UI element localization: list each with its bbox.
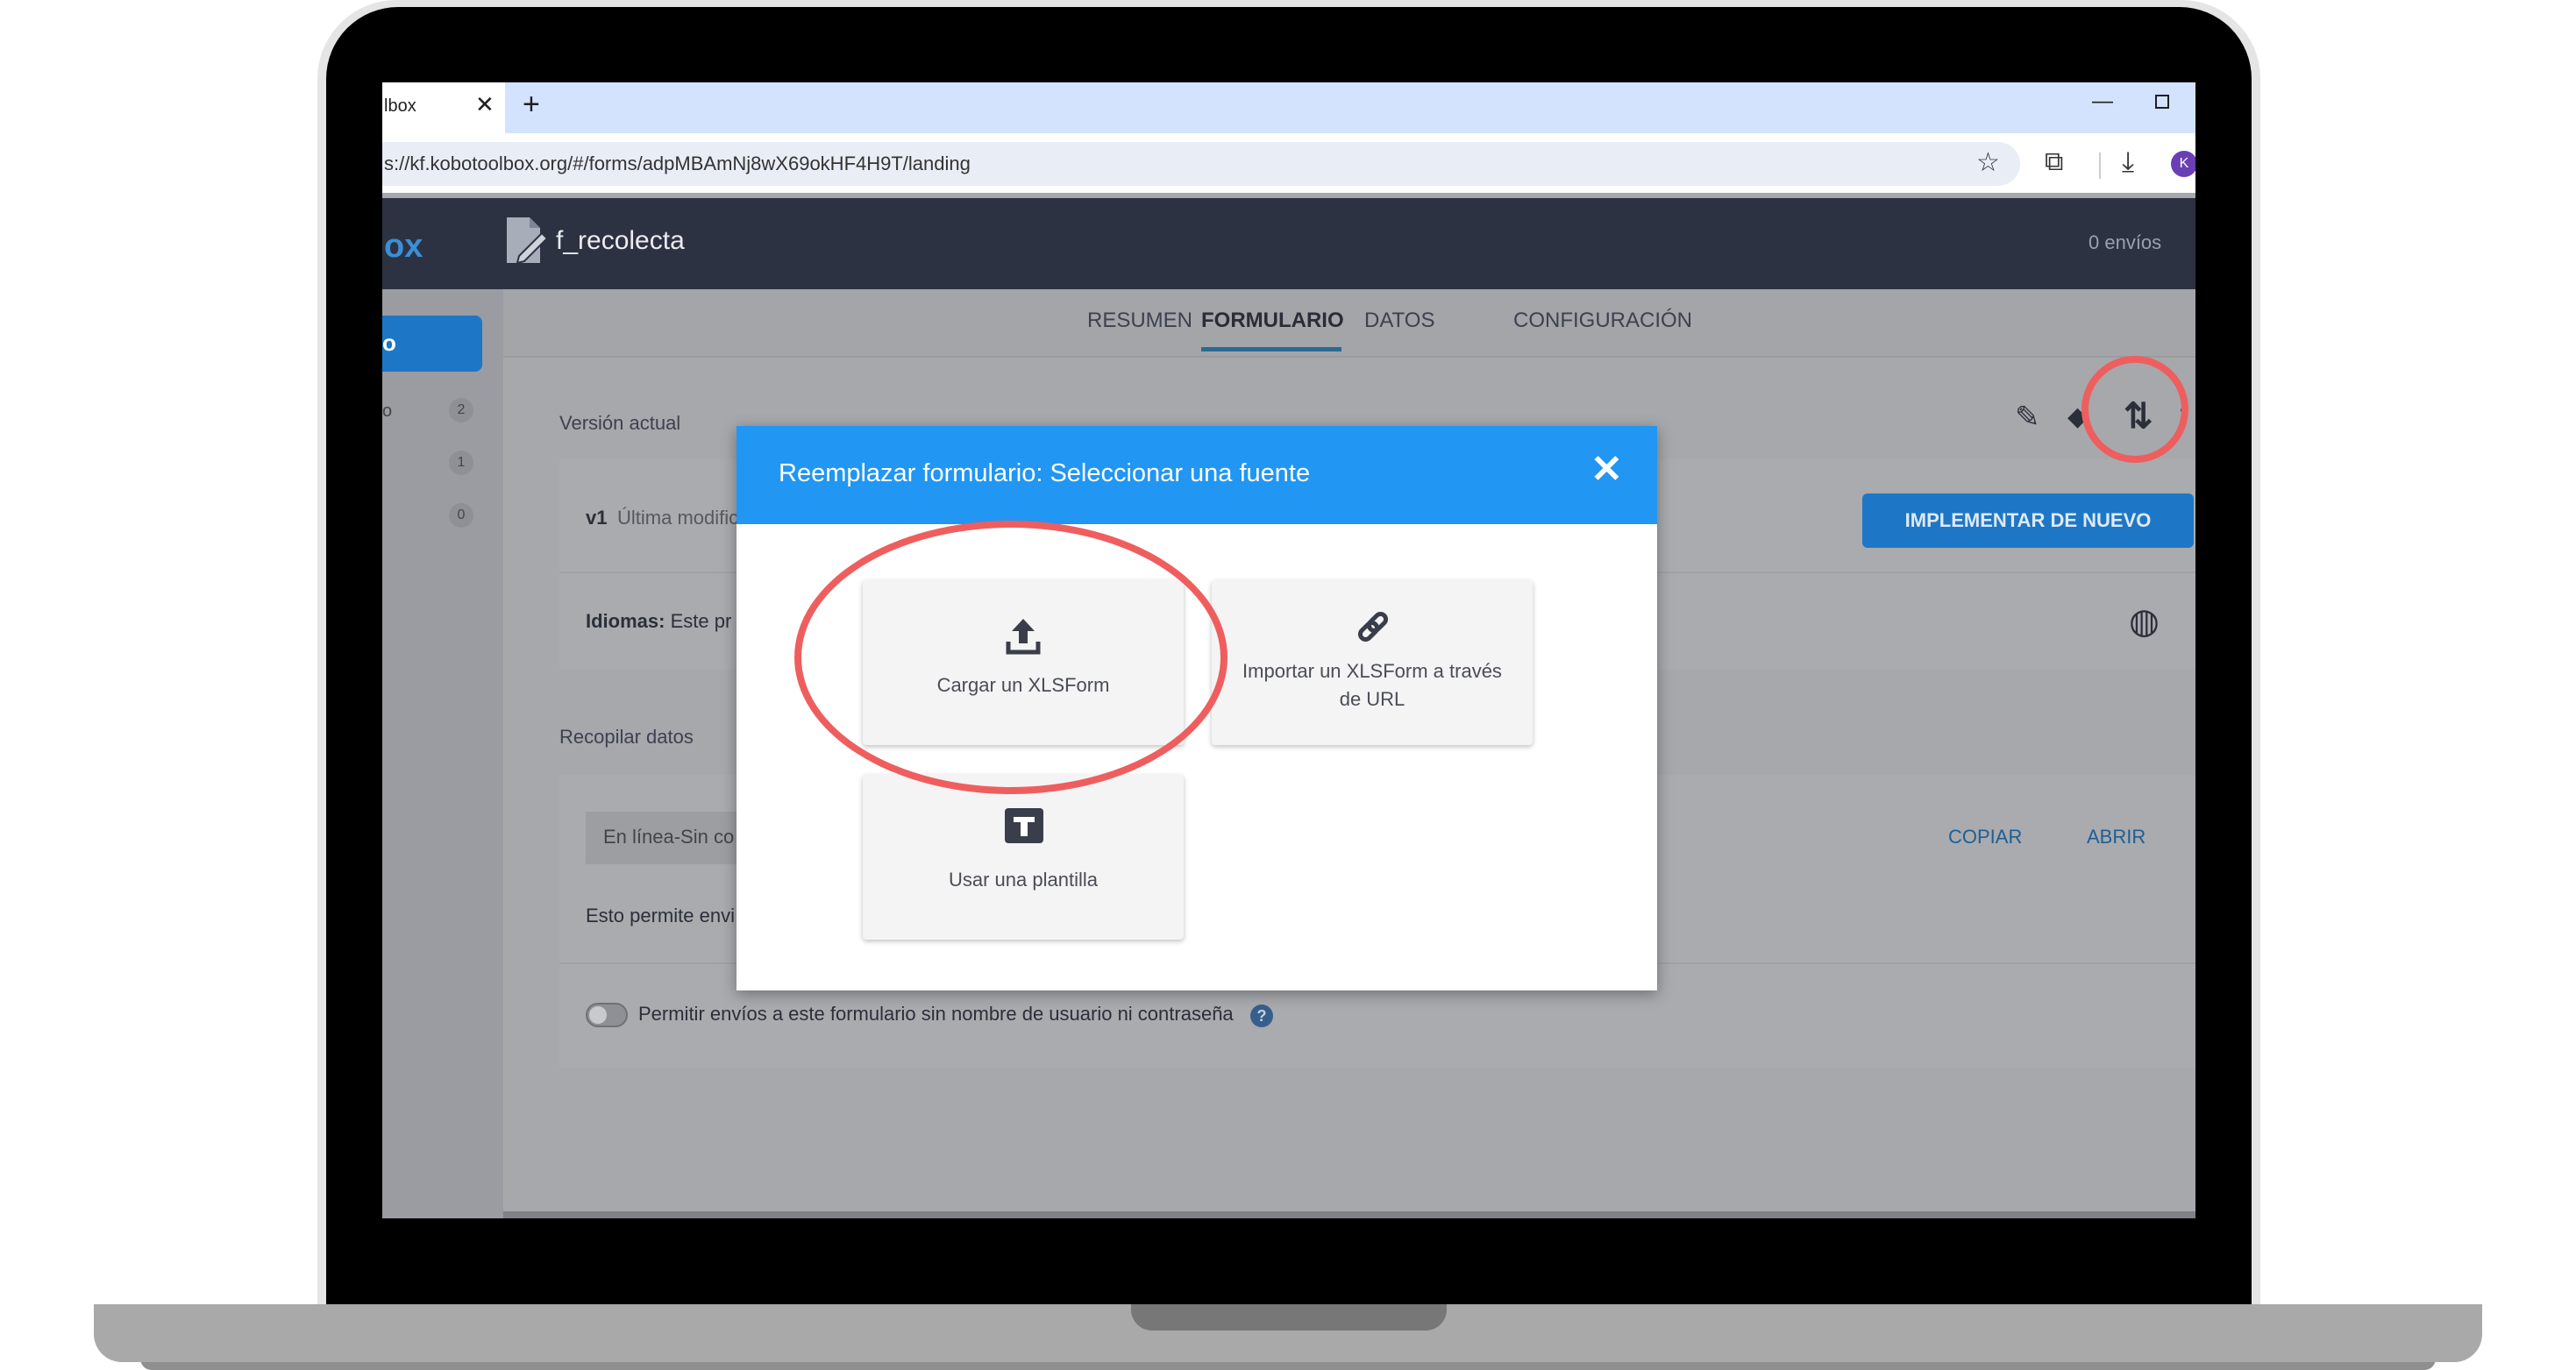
- extensions-icon[interactable]: ⧉: [2045, 147, 2063, 177]
- sidebar-item-count: 1: [449, 451, 473, 475]
- sidebar-new-button-label: o: [382, 330, 396, 356]
- link-icon: [1357, 611, 1389, 642]
- profile-avatar[interactable]: K: [2171, 151, 2195, 177]
- redeploy-button[interactable]: IMPLEMENTAR DE NUEVO: [1862, 493, 2194, 548]
- anonymous-submissions-label: Permitir envíos a este formulario sin no…: [638, 1003, 1234, 1025]
- use-template-label: Usar una plantilla: [949, 869, 1098, 891]
- modal-title: Reemplazar formulario: Seleccionar una f…: [779, 459, 1311, 487]
- import-url-option[interactable]: Importar un XLSForm a través de URL: [1212, 580, 1533, 745]
- import-url-label: Importar un XLSForm a través de URL: [1242, 660, 1502, 710]
- globe-icon[interactable]: ◍: [2129, 601, 2160, 642]
- horizontal-scrollbar[interactable]: [503, 1211, 2195, 1218]
- collect-method-value: En línea-Sin co: [603, 826, 735, 848]
- address-bar-url[interactable]: s://kf.kobotoolbox.org/#/forms/adpMBAmNj…: [384, 153, 971, 175]
- new-tab-icon[interactable]: +: [523, 88, 540, 122]
- sidebar-item-count: 0: [449, 503, 473, 528]
- sidebar: [382, 289, 503, 1218]
- browser-tab-title: lbox: [384, 96, 416, 116]
- collect-description: Esto permite envi: [586, 905, 735, 926]
- app-logo[interactable]: ox: [384, 228, 423, 266]
- tab-close-icon[interactable]: ✕: [475, 91, 495, 118]
- toggle-knob: [589, 1006, 607, 1024]
- tab-configuracion[interactable]: CONFIGURACIÓN: [1513, 309, 1692, 333]
- form-title: f_recolecta: [556, 226, 685, 255]
- edit-icon[interactable]: ✎: [2015, 400, 2040, 435]
- languages-row: Idiomas: Este pr: [586, 610, 731, 633]
- window-restore-icon[interactable]: [2155, 95, 2169, 109]
- highlight-ring-upload: [794, 521, 1228, 794]
- tab-datos[interactable]: DATOS: [1364, 309, 1434, 333]
- highlight-ring-replace: [2081, 356, 2188, 463]
- bookmark-star-icon[interactable]: ☆: [1976, 147, 2000, 178]
- open-button[interactable]: ABRIR: [2087, 826, 2145, 848]
- close-icon[interactable]: ✕: [1590, 447, 1623, 492]
- tabs-divider: [503, 356, 2195, 358]
- tab-resumen[interactable]: RESUMEN: [1087, 309, 1192, 333]
- form-icon: [507, 217, 547, 265]
- template-icon: [1005, 808, 1043, 843]
- sidebar-item-count: 2: [449, 398, 473, 422]
- download-icon[interactable]: ⤓: [2122, 146, 2134, 179]
- languages-text: Este pr: [670, 610, 732, 632]
- submissions-count: 0 envíos: [2089, 231, 2162, 253]
- copy-button[interactable]: COPIAR: [1948, 826, 2022, 848]
- active-tab-indicator: [1201, 347, 1341, 351]
- version-modified-text: Última modific: [617, 507, 739, 529]
- languages-label: Idiomas:: [586, 610, 665, 632]
- sidebar-new-button[interactable]: [382, 316, 482, 372]
- screen: lbox ✕ + — s://kf.kobotoolbox.org/#/form…: [382, 82, 2195, 1218]
- version-badge: v1: [586, 507, 608, 529]
- tab-formulario[interactable]: FORMULARIO: [1201, 309, 1344, 333]
- browser-tab-strip: [382, 82, 2195, 133]
- form-tabs-bar: [503, 289, 2195, 356]
- help-icon[interactable]: ?: [1250, 1004, 1273, 1027]
- window-minimize-icon[interactable]: —: [2092, 89, 2113, 114]
- sidebar-item-label[interactable]: o: [382, 401, 392, 422]
- laptop-notch: [1131, 1304, 1447, 1331]
- toolbar-divider: [2099, 153, 2101, 179]
- use-template-option[interactable]: Usar una plantilla: [863, 775, 1184, 940]
- collect-data-label: Recopilar datos: [559, 726, 694, 748]
- current-version-label: Versión actual: [559, 412, 681, 434]
